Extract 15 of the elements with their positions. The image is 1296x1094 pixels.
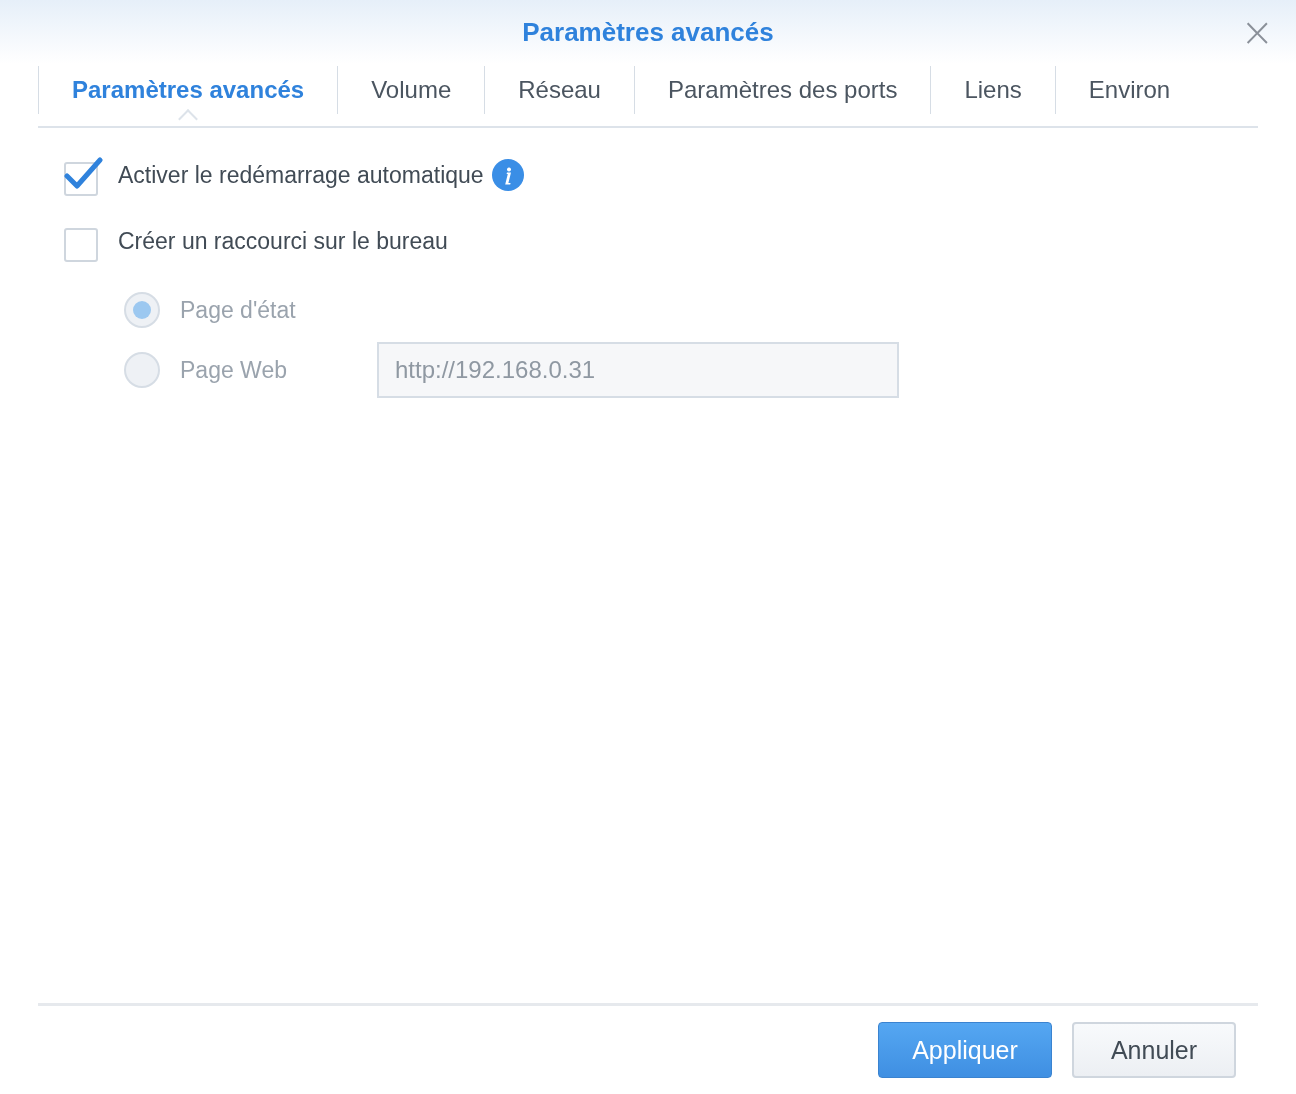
checkbox-label: Créer un raccourci sur le bureau bbox=[118, 227, 448, 255]
radio-label: Page d'état bbox=[180, 296, 296, 324]
tab[interactable]: Liens bbox=[930, 66, 1055, 114]
checkbox[interactable] bbox=[64, 154, 106, 196]
tab[interactable]: Volume bbox=[337, 66, 485, 114]
radio-label: Page Web bbox=[180, 356, 287, 384]
tab[interactable]: Paramètres des ports bbox=[633, 66, 931, 114]
tab[interactable]: Réseau bbox=[484, 66, 634, 114]
window-title: Paramètres avancés bbox=[522, 16, 774, 48]
cancel-button[interactable]: Annuler bbox=[1072, 1022, 1236, 1078]
checkbox-label: Activer le redémarrage automatique bbox=[118, 161, 484, 189]
tab[interactable]: Environ bbox=[1054, 66, 1204, 114]
checkmark-icon bbox=[63, 156, 103, 192]
tab[interactable]: Paramètres avancés bbox=[38, 66, 338, 114]
info-icon[interactable] bbox=[491, 159, 524, 191]
